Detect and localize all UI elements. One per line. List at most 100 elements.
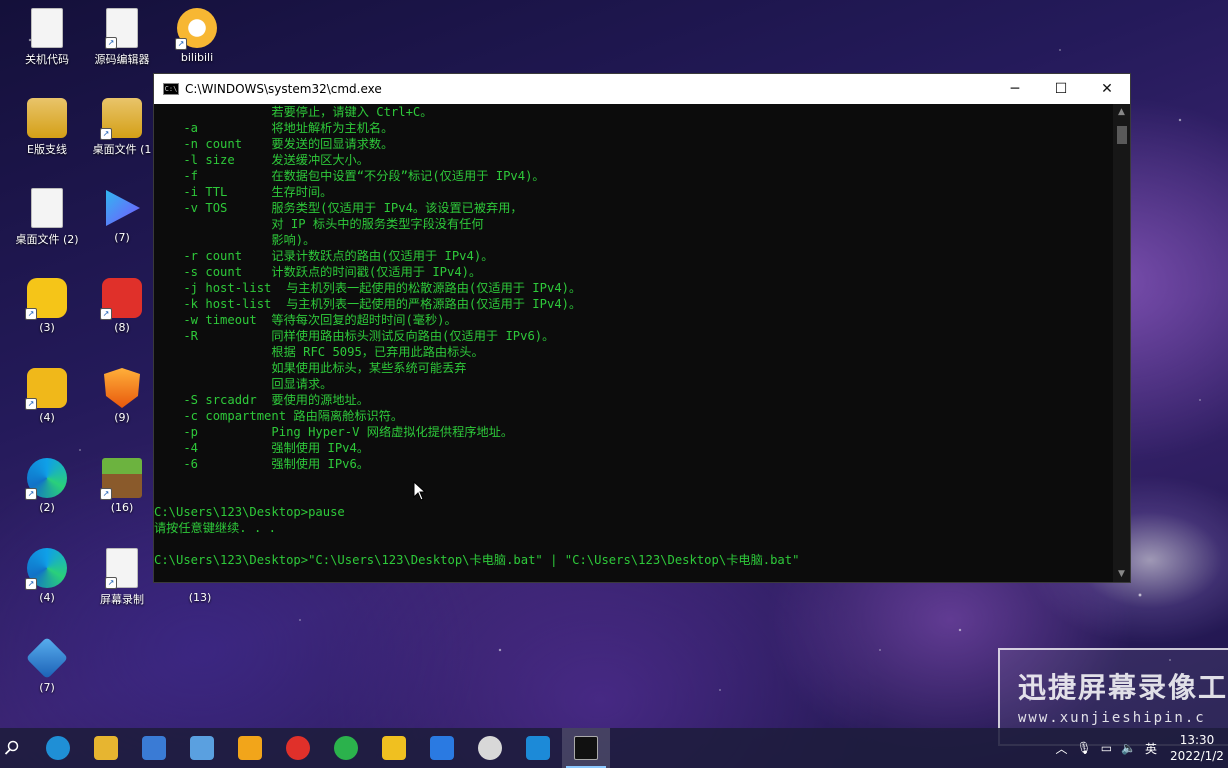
cmd-window[interactable]: C:\ C:\WINDOWS\system32\cmd.exe ─ ☐ ✕ 若要… <box>153 73 1131 583</box>
console-line: -i TTL 生存时间。 <box>154 185 333 199</box>
document-shortcut-icon: ↗ <box>105 548 138 589</box>
ime-indicator[interactable]: 英 <box>1145 740 1157 757</box>
desktop-icon-label: 桌面文件 (2) <box>15 233 79 246</box>
desktop-icon-label: 关机代码 <box>25 53 69 66</box>
console-line: 根据 RFC 5095，已弃用此路由标头。 <box>154 345 484 359</box>
desktop-icon-8[interactable]: ↗ (8) <box>84 272 160 358</box>
desktop-icon-label: (9) <box>114 411 130 424</box>
edge-icon: ↗ <box>25 458 67 500</box>
store-icon <box>142 736 166 760</box>
scroll-down-arrow-icon[interactable]: ▼ <box>1113 566 1130 582</box>
wechat-icon <box>334 736 358 760</box>
control-panel-icon <box>190 736 214 760</box>
document-shortcut-icon: ↗ <box>105 8 138 49</box>
taskbar-app-wechat[interactable] <box>322 728 370 768</box>
scroll-up-arrow-icon[interactable]: ▲ <box>1113 104 1130 120</box>
desktop-icon-label: (8) <box>114 321 130 334</box>
taskbar-app-file-explorer[interactable] <box>82 728 130 768</box>
cmd-app-icon: C:\ <box>163 83 179 95</box>
taskbar-app-security[interactable] <box>226 728 274 768</box>
console-output[interactable]: 若要停止，请键入 Ctrl+C。 -a 将地址解析为主机名。 -n count … <box>154 104 1113 582</box>
app-icon: ↗ <box>25 278 67 320</box>
desktop-icon-16[interactable]: ↗ (16) <box>84 452 160 538</box>
clock-time: 13:30 <box>1179 733 1215 747</box>
taskbar-app-store[interactable] <box>130 728 178 768</box>
qq-browser-icon <box>382 736 406 760</box>
watermark-title: 迅捷屏幕录像工 <box>1018 671 1228 704</box>
vertical-scrollbar[interactable]: ▲ ▼ <box>1113 104 1130 582</box>
shield-icon <box>104 368 140 408</box>
desktop-icon-2[interactable]: ↗ (2) <box>9 452 85 538</box>
console-line: -l size 发送缓冲区大小。 <box>154 153 369 167</box>
taskbar-app-netease-music[interactable] <box>274 728 322 768</box>
desktop-icon-label: 源码编辑器 <box>94 53 150 66</box>
desktop-icon-shutdown-code[interactable]: 关机代码 <box>9 2 85 88</box>
system-tray: ︿ 🎙 ▭ 🔈 英 13:30 2022/1/2 <box>1055 728 1228 768</box>
console-line: 请按任意键继续. . . <box>154 521 276 535</box>
feishu-icon <box>430 736 454 760</box>
desktop-icon-label: (7) <box>39 681 55 694</box>
console-line: -r count 记录计数跃点的路由(仅适用于 IPv4)。 <box>154 249 494 263</box>
scrollbar-thumb[interactable] <box>1117 126 1127 144</box>
netease-music-icon <box>286 736 310 760</box>
taskbar-app-qq-browser[interactable] <box>370 728 418 768</box>
close-button[interactable]: ✕ <box>1084 74 1130 104</box>
microphone-icon[interactable]: 🎙 <box>1076 741 1091 755</box>
console-line: -n count 要发送的回显请求数。 <box>154 137 394 151</box>
clock[interactable]: 13:30 2022/1/2 <box>1166 732 1228 764</box>
console-line: 回显请求。 <box>154 377 333 391</box>
app-icon: ↗ <box>25 368 67 410</box>
desktop-icon-label: E版支线 <box>27 143 67 156</box>
desktop-icon-9[interactable]: (9) <box>84 362 160 448</box>
console-line: 对 IP 标头中的服务类型字段没有任何 <box>154 217 484 231</box>
folder-icon <box>27 98 67 138</box>
window-titlebar[interactable]: C:\ C:\WINDOWS\system32\cmd.exe ─ ☐ ✕ <box>154 74 1130 104</box>
window-title: C:\WINDOWS\system32\cmd.exe <box>185 82 382 96</box>
desktop-icon-screen-recording[interactable]: ↗ 屏幕录制 <box>84 542 160 628</box>
console-line: -4 强制使用 IPv4。 <box>154 441 370 455</box>
desktop-icon-label: (7) <box>114 231 130 244</box>
chevron-up-icon[interactable]: ︿ <box>1055 740 1067 757</box>
console-line: -s count 计数跃点的时间戳(仅适用于 IPv4)。 <box>154 265 482 279</box>
maximize-button[interactable]: ☐ <box>1038 74 1084 104</box>
desktop-icon-4a[interactable]: ↗ (4) <box>9 362 85 448</box>
taskbar-app-control-panel[interactable] <box>178 728 226 768</box>
taskbar: ︿ 🎙 ▭ 🔈 英 13:30 2022/1/2 <box>0 728 1228 768</box>
desktop-icon-code-editor[interactable]: ↗ 源码编辑器 <box>84 2 160 88</box>
minimize-button[interactable]: ─ <box>992 74 1038 104</box>
console-line: 影响)。 <box>154 233 316 247</box>
search-icon[interactable] <box>0 728 24 768</box>
desktop-icon-desktop-files-1[interactable]: ↗ 桌面文件 (1 <box>84 92 160 178</box>
desktop-icon-3[interactable]: ↗ (3) <box>9 272 85 358</box>
netease-music-icon: ↗ <box>100 278 142 320</box>
taskbar-app-clock-app[interactable] <box>466 728 514 768</box>
minecraft-icon: ↗ <box>100 458 142 500</box>
desktop-icon-7b[interactable]: (7) <box>9 632 85 718</box>
console-line: -R 同样使用路由标头测试反向路由(仅适用于 IPv6)。 <box>154 329 555 343</box>
desktop-icon-desktop-files-2[interactable]: 桌面文件 (2) <box>9 182 85 268</box>
taskbar-app-video-app[interactable] <box>514 728 562 768</box>
desktop-icon-label: (4) <box>39 591 55 604</box>
security-icon <box>238 736 262 760</box>
console-line: C:\Users\123\Desktop>pause <box>154 505 345 519</box>
desktop-icon-e-branch[interactable]: E版支线 <box>9 92 85 178</box>
desktop-icon-label: (2) <box>39 501 55 514</box>
desktop-icon-7a[interactable]: (7) <box>84 182 160 268</box>
desktop-icon-label: 桌面文件 (1 <box>92 143 152 156</box>
cube-icon <box>25 636 69 680</box>
volume-icon[interactable]: 🔈 <box>1121 741 1136 755</box>
folder-icon: ↗ <box>100 98 142 140</box>
network-icon[interactable]: ▭ <box>1101 741 1112 755</box>
document-icon <box>31 188 63 228</box>
taskbar-app-edge[interactable] <box>34 728 82 768</box>
cmd-icon <box>574 736 598 760</box>
taskbar-app-cmd[interactable] <box>562 728 610 768</box>
console-line: -c compartment 路由隔离舱标识符。 <box>154 409 404 423</box>
console-line: -j host-list 与主机列表一起使用的松散源路由(仅适用于 IPv4)。 <box>154 281 582 295</box>
desktop-icon-label: (16) <box>110 501 134 514</box>
taskbar-app-feishu[interactable] <box>418 728 466 768</box>
console-line: 如果使用此标头，某些系统可能丢弃 <box>154 361 467 375</box>
desktop-icon-4b[interactable]: ↗ (4) <box>9 542 85 628</box>
